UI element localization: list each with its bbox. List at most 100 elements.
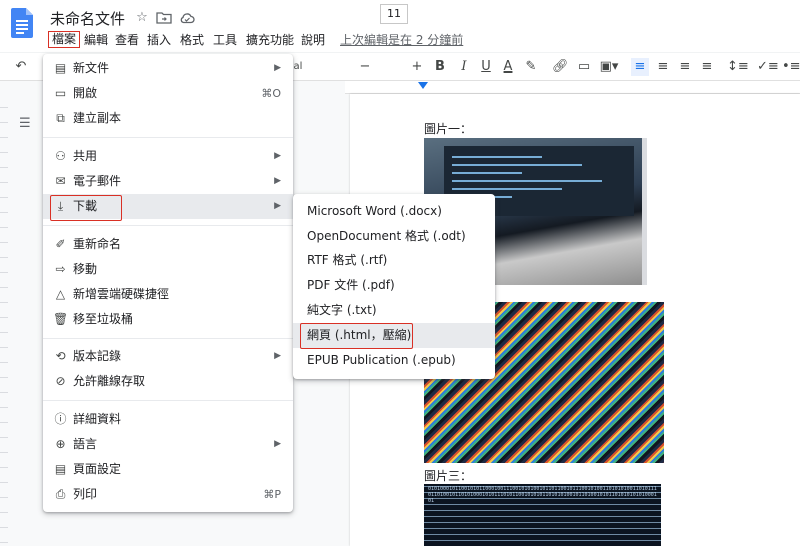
rename-icon: ✐ (55, 237, 66, 251)
code-line (452, 164, 582, 166)
menu-item-make-copy[interactable]: ⧉ 建立副本 (43, 106, 293, 131)
menu-item-shortcut: ⌘P (263, 488, 281, 501)
download-option-odt[interactable]: OpenDocument 格式 (.odt) (293, 224, 495, 249)
align-right-icon[interactable]: ≡ (677, 58, 693, 76)
last-edit-link[interactable]: 上次編輯是在 2 分鐘前 (340, 31, 463, 49)
menu-item-version-history[interactable]: ⟲ 版本記錄 ▶ (43, 344, 293, 369)
align-left-icon[interactable]: ≡ (631, 58, 649, 76)
menu-item-label: 移動 (73, 262, 98, 276)
trash-icon: 🗑︎ (53, 312, 69, 326)
binary-text: 0101000101100101011000100111001010100101… (428, 486, 657, 504)
insert-link-icon[interactable]: 🔗︎ (552, 58, 569, 76)
download-option-label: EPUB Publication (.epub) (307, 353, 456, 367)
history-icon: ⟲ (55, 349, 66, 363)
download-option-rtf[interactable]: RTF 格式 (.rtf) (293, 248, 495, 273)
document-outline-icon[interactable]: ☰ (19, 116, 35, 132)
google-docs-logo-icon[interactable] (11, 8, 33, 38)
increase-font-size-button[interactable]: + (410, 58, 424, 76)
highlight-color-icon[interactable]: ✎ (523, 58, 539, 76)
download-option-label: PDF 文件 (.pdf) (307, 278, 395, 292)
menu-separator (43, 225, 293, 226)
align-center-icon[interactable]: ≡ (655, 58, 671, 76)
insert-image-icon[interactable]: ▣▾ (598, 58, 620, 76)
menu-item-language[interactable]: ⊕ 語言 ▶ (43, 432, 293, 457)
download-option-txt[interactable]: 純文字 (.txt) (293, 298, 495, 323)
submenu-arrow-icon: ▶ (274, 351, 281, 361)
submenu-arrow-icon: ▶ (274, 176, 281, 186)
image-resize-handle[interactable] (642, 138, 647, 285)
menu-item-details[interactable]: ⓘ 詳細資料 (43, 407, 293, 432)
menu-view[interactable]: 查看 (115, 31, 139, 49)
binary-hacker-image[interactable]: 0101000101100101011000100111001010100101… (424, 484, 661, 546)
mail-icon: ✉ (55, 174, 66, 188)
download-option-label: OpenDocument 格式 (.odt) (307, 229, 466, 243)
menu-item-label: 新文件 (73, 61, 110, 75)
menu-item-trash[interactable]: 🗑︎ 移至垃圾桶 (43, 307, 293, 332)
menu-item-email[interactable]: ✉ 電子郵件 ▶ (43, 169, 293, 194)
menu-item-label: 允許離線存取 (73, 374, 146, 388)
line-spacing-icon[interactable]: ↕≡ (727, 58, 749, 76)
offline-icon: ⊘ (55, 374, 66, 388)
copy-icon: ⧉ (56, 111, 65, 125)
menu-item-drive-shortcut[interactable]: △ 新增雲端硬碟捷徑 (43, 282, 293, 307)
menu-edit[interactable]: 編輯 (84, 31, 108, 49)
print-icon: ⎙ (55, 487, 66, 501)
folder-move-icon[interactable] (156, 10, 172, 26)
undo-icon[interactable]: ↶ (12, 58, 30, 76)
download-option-label: RTF 格式 (.rtf) (307, 253, 388, 267)
vertical-ruler (0, 93, 8, 546)
menu-insert[interactable]: 插入 (147, 31, 171, 49)
menu-item-label: 列印 (73, 487, 98, 501)
submenu-arrow-icon: ▶ (274, 439, 281, 449)
menu-item-label: 重新命名 (73, 237, 122, 251)
menu-help[interactable]: 說明 (301, 31, 325, 49)
menu-item-move[interactable]: ⇨ 移動 (43, 257, 293, 282)
menu-item-rename[interactable]: ✐ 重新命名 (43, 232, 293, 257)
menu-item-label: 共用 (73, 149, 98, 163)
font-style-dropdown[interactable]: al (292, 58, 304, 76)
globe-icon: ⊕ (55, 437, 66, 451)
text-color-button[interactable]: A (500, 58, 516, 76)
menu-item-label: 移至垃圾桶 (73, 312, 134, 326)
menu-item-label: 語言 (73, 437, 98, 451)
download-option-epub[interactable]: EPUB Publication (.epub) (293, 348, 495, 373)
move-icon: ⇨ (55, 262, 66, 276)
menu-extensions[interactable]: 擴充功能 (246, 31, 294, 49)
menu-item-shortcut: ⌘O (261, 87, 281, 100)
menu-format[interactable]: 格式 (180, 31, 204, 49)
download-submenu: Microsoft Word (.docx) OpenDocument 格式 (… (293, 194, 495, 379)
bulleted-list-icon[interactable]: •≡ (782, 58, 800, 76)
download-option-label: Microsoft Word (.docx) (307, 204, 442, 218)
justify-icon[interactable]: ≡ (699, 58, 715, 76)
menu-separator (43, 137, 293, 138)
file-menu: ▤ 新文件 ▶ ▭ 開啟 ⌘O ⧉ 建立副本 ⚇ 共用 ▶ ✉ 電子郵件 ▶ ⤓… (43, 54, 293, 512)
submenu-arrow-icon: ▶ (274, 201, 281, 211)
star-icon[interactable]: ☆ (134, 10, 150, 26)
code-line (452, 172, 522, 174)
menu-item-label: 版本記錄 (73, 349, 122, 363)
menu-item-share[interactable]: ⚇ 共用 ▶ (43, 144, 293, 169)
code-line (452, 156, 542, 158)
menu-item-offline[interactable]: ⊘ 允許離線存取 (43, 369, 293, 394)
menu-item-page-setup[interactable]: ▤ 頁面設定 (43, 457, 293, 482)
document-title[interactable]: 未命名文件 (50, 8, 125, 29)
checklist-icon[interactable]: ✓≡ (757, 58, 779, 76)
underline-button[interactable]: U (478, 58, 494, 76)
menu-item-new-document[interactable]: ▤ 新文件 ▶ (43, 56, 293, 81)
indent-marker-icon[interactable] (418, 82, 428, 89)
menu-item-label: 詳細資料 (73, 412, 122, 426)
italic-button[interactable]: I (456, 58, 472, 76)
horizontal-ruler[interactable] (345, 81, 800, 94)
menu-item-print[interactable]: ⎙ 列印 ⌘P (43, 482, 293, 507)
add-comment-icon[interactable]: ▭ (576, 58, 592, 76)
bold-button[interactable]: B (432, 58, 448, 76)
menu-item-open[interactable]: ▭ 開啟 ⌘O (43, 81, 293, 106)
download-option-pdf[interactable]: PDF 文件 (.pdf) (293, 273, 495, 298)
download-option-docx[interactable]: Microsoft Word (.docx) (293, 199, 495, 224)
decrease-font-size-button[interactable]: − (358, 58, 372, 76)
menu-file[interactable]: 檔案 (48, 31, 81, 48)
cloud-status-icon[interactable] (179, 10, 195, 26)
image-caption-3: 圖片三： (424, 469, 473, 483)
font-size-input[interactable]: 11 (380, 4, 408, 24)
menu-tools[interactable]: 工具 (213, 31, 237, 49)
